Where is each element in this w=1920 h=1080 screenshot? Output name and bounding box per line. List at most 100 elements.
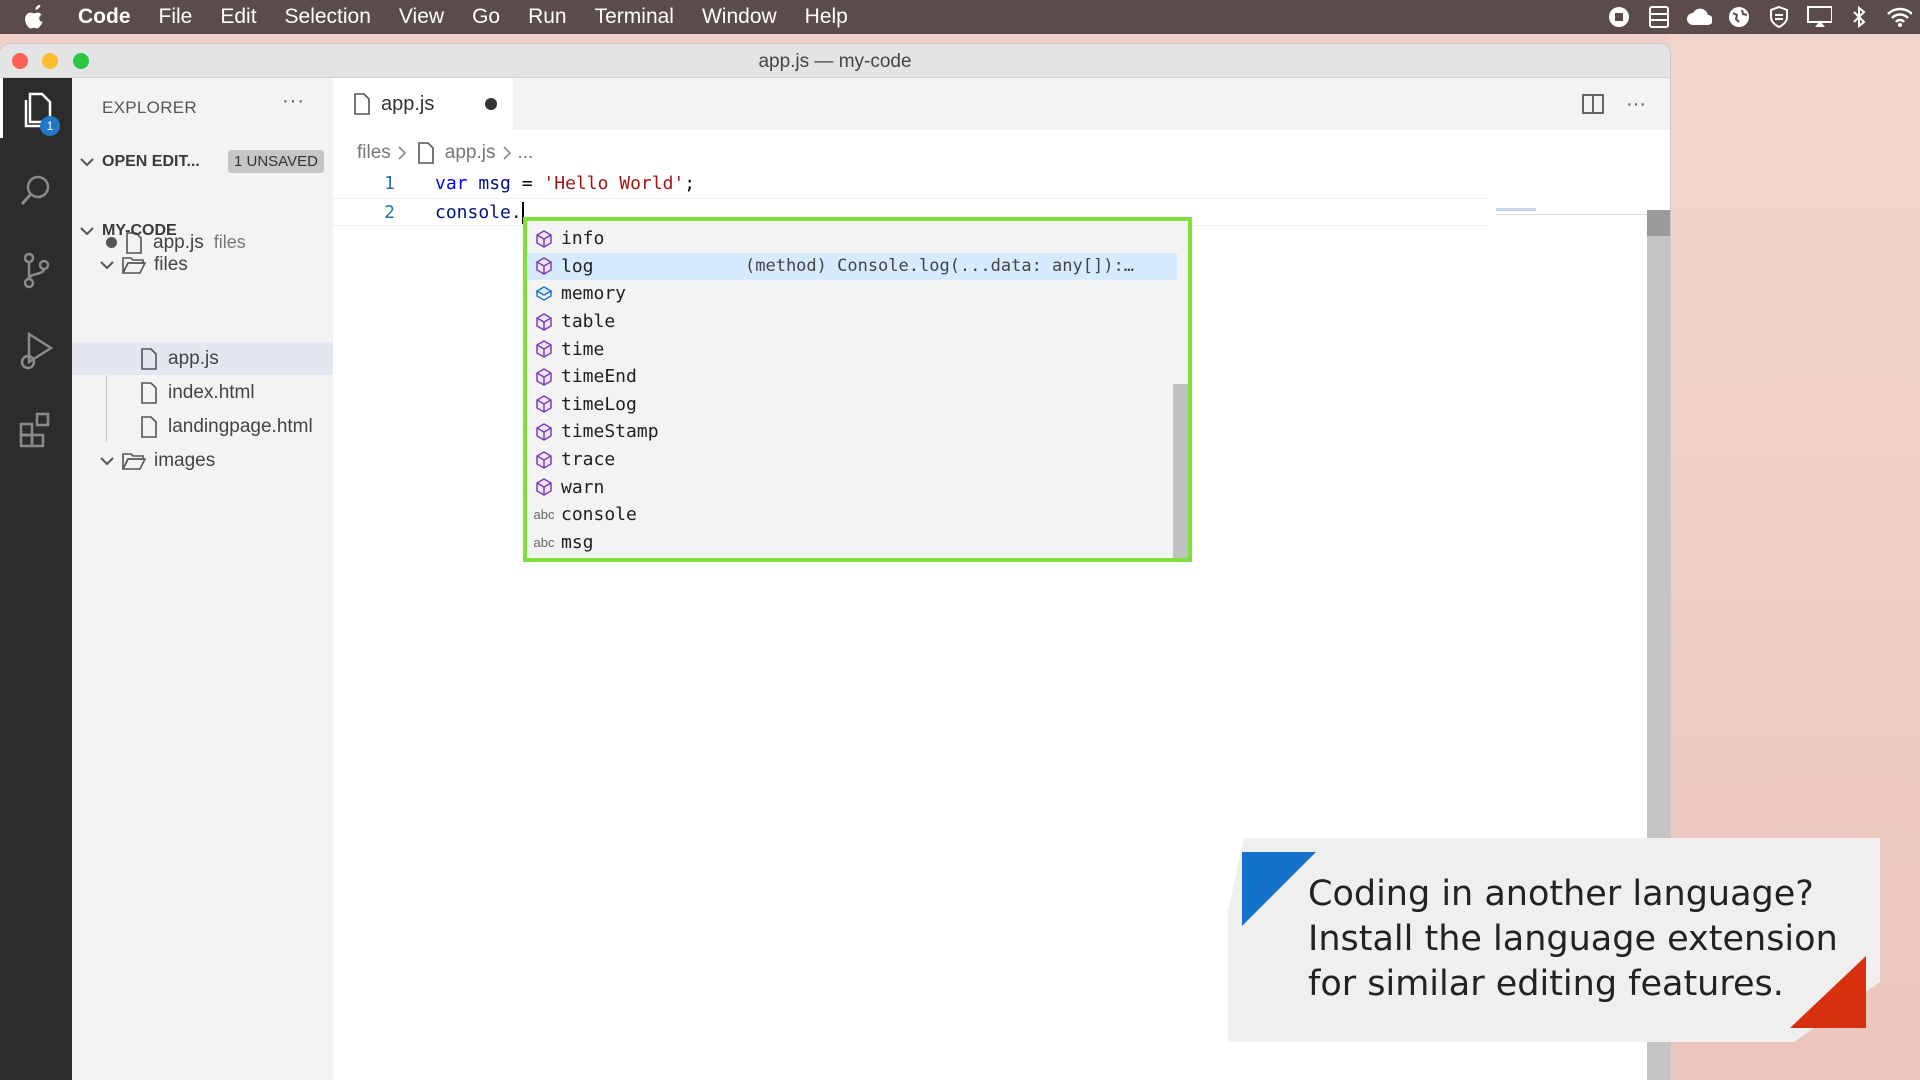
tip-line: for similar editing features. [1308, 964, 1784, 1004]
file-index-html[interactable]: index.html [72, 376, 333, 409]
menu-file[interactable]: File [159, 5, 193, 29]
suggestion-item-msg[interactable]: abc msg [527, 529, 1177, 557]
file-name: landingpage.html [168, 415, 313, 437]
chevron-down-icon [100, 260, 122, 270]
storage-icon[interactable] [1646, 5, 1672, 29]
property-icon [527, 285, 561, 303]
minimap[interactable] [1496, 208, 1536, 211]
suggestion-item-timeend[interactable]: timeEnd [527, 363, 1177, 391]
shield-icon[interactable] [1766, 5, 1792, 29]
menu-app-name[interactable]: Code [78, 5, 131, 29]
folder-open-icon [122, 255, 146, 275]
method-icon [527, 478, 561, 497]
unsaved-dot-icon[interactable] [485, 98, 497, 110]
file-icon [140, 415, 158, 438]
more-actions-icon[interactable]: ··· [1626, 93, 1646, 116]
suggestion-item-console[interactable]: abc console [527, 501, 1177, 529]
line-source: var msg = 'Hello World'; [435, 170, 695, 198]
tab-app-js[interactable]: app.js [333, 78, 513, 130]
suggestion-label: trace [561, 449, 616, 471]
method-icon [527, 312, 561, 331]
explorer-badge: 1 [40, 116, 60, 136]
suggestion-item-timestamp[interactable]: timeStamp [527, 418, 1177, 446]
menu-help[interactable]: Help [805, 5, 848, 29]
suggestion-item-trace[interactable]: trace [527, 446, 1177, 474]
overview-ruler-line [1496, 214, 1654, 215]
text-icon: abc [533, 507, 555, 523]
file-icon [140, 347, 158, 370]
file-icon [353, 93, 371, 115]
editor-actions: ··· [1582, 78, 1670, 130]
suggestion-item-table[interactable]: table [527, 308, 1177, 336]
activity-bar: 1 [0, 78, 72, 1080]
code-line[interactable]: 1 var msg = 'Hello World'; [333, 170, 1488, 198]
explorer-more-actions[interactable]: ··· [282, 90, 305, 113]
split-editor-icon[interactable] [1582, 93, 1604, 115]
suggestion-item-log[interactable]: log (method) Console.log(...data: any[]):… [527, 252, 1177, 281]
method-icon [527, 395, 561, 414]
breadcrumb-folder[interactable]: files [357, 142, 391, 164]
explorer-icon[interactable]: 1 [0, 78, 72, 138]
extensions-icon[interactable] [0, 400, 72, 460]
suggestion-item-info[interactable]: info [527, 225, 1177, 253]
suggestion-item-warn[interactable]: warn [527, 473, 1177, 501]
suggestion-label: msg [561, 531, 594, 553]
suggestion-label: timeStamp [561, 421, 659, 443]
open-editors-label: OPEN EDIT... [102, 153, 200, 170]
breadcrumb-symbol[interactable]: ... [518, 142, 534, 164]
chevron-down-icon [72, 226, 102, 236]
status-tray [1606, 0, 1920, 34]
keyword-token: var [435, 173, 468, 194]
file-name: app.js [168, 347, 219, 369]
identifier-token: console. [435, 202, 522, 223]
search-icon[interactable] [0, 160, 72, 220]
bluetooth-icon[interactable] [1846, 5, 1872, 29]
menu-edit[interactable]: Edit [220, 5, 256, 29]
source-control-icon[interactable] [0, 240, 72, 300]
chevron-right-icon [397, 145, 407, 161]
file-landingpage-html[interactable]: landingpage.html [72, 410, 333, 443]
breadcrumb-file[interactable]: app.js [445, 142, 496, 164]
workspace-section[interactable]: MY-CODE [72, 216, 333, 246]
suggestion-label: timeEnd [561, 366, 637, 388]
suggestion-item-time[interactable]: time [527, 335, 1177, 363]
file-icon [417, 142, 435, 164]
tip-line: Coding in another language? [1308, 874, 1814, 914]
chevron-down-icon [100, 456, 122, 466]
suggestion-item-timelog[interactable]: timeLog [527, 391, 1177, 419]
apple-icon[interactable] [24, 5, 64, 29]
suggestion-label: info [561, 228, 605, 250]
record-icon[interactable] [1606, 5, 1632, 29]
suggestion-label: timeLog [561, 393, 637, 415]
unsaved-badge: 1 UNSAVED [228, 150, 324, 173]
menu-terminal[interactable]: Terminal [595, 5, 674, 29]
menu-selection[interactable]: Selection [285, 5, 371, 29]
cloud-icon[interactable] [1686, 5, 1712, 29]
menu-view[interactable]: View [399, 5, 444, 29]
chevron-down-icon [72, 157, 102, 167]
globe-icon[interactable] [1726, 5, 1752, 29]
scrollbar-thumb[interactable] [1647, 210, 1670, 236]
identifier-token: msg [467, 173, 522, 194]
string-token: 'Hello World' [543, 173, 685, 194]
text-icon: abc [533, 534, 555, 550]
menu-bar: Code File Edit Selection View Go Run Ter… [0, 0, 1920, 34]
suggestion-label: warn [561, 476, 605, 498]
suggest-scrollbar[interactable] [1173, 384, 1188, 558]
menu-go[interactable]: Go [472, 5, 500, 29]
semicolon-token: ; [684, 173, 696, 194]
run-debug-icon[interactable] [0, 320, 72, 380]
suggestion-detail: (method) Console.log(...data: any[]):… [745, 256, 1134, 277]
file-name: index.html [168, 381, 255, 403]
suggestion-label: memory [561, 283, 627, 305]
menu-window[interactable]: Window [702, 5, 777, 29]
folder-images[interactable]: images [72, 444, 333, 477]
wifi-icon[interactable] [1886, 5, 1912, 29]
tip-text: Coding in another language? Install the … [1308, 872, 1868, 1007]
open-editors-section[interactable]: OPEN EDIT... 1 UNSAVED [72, 147, 333, 177]
airplay-icon[interactable] [1806, 5, 1832, 29]
file-app-js[interactable]: app.js [72, 342, 333, 375]
suggestion-item-memory[interactable]: memory [527, 280, 1177, 308]
folder-files[interactable]: files [72, 248, 333, 281]
menu-run[interactable]: Run [528, 5, 567, 29]
